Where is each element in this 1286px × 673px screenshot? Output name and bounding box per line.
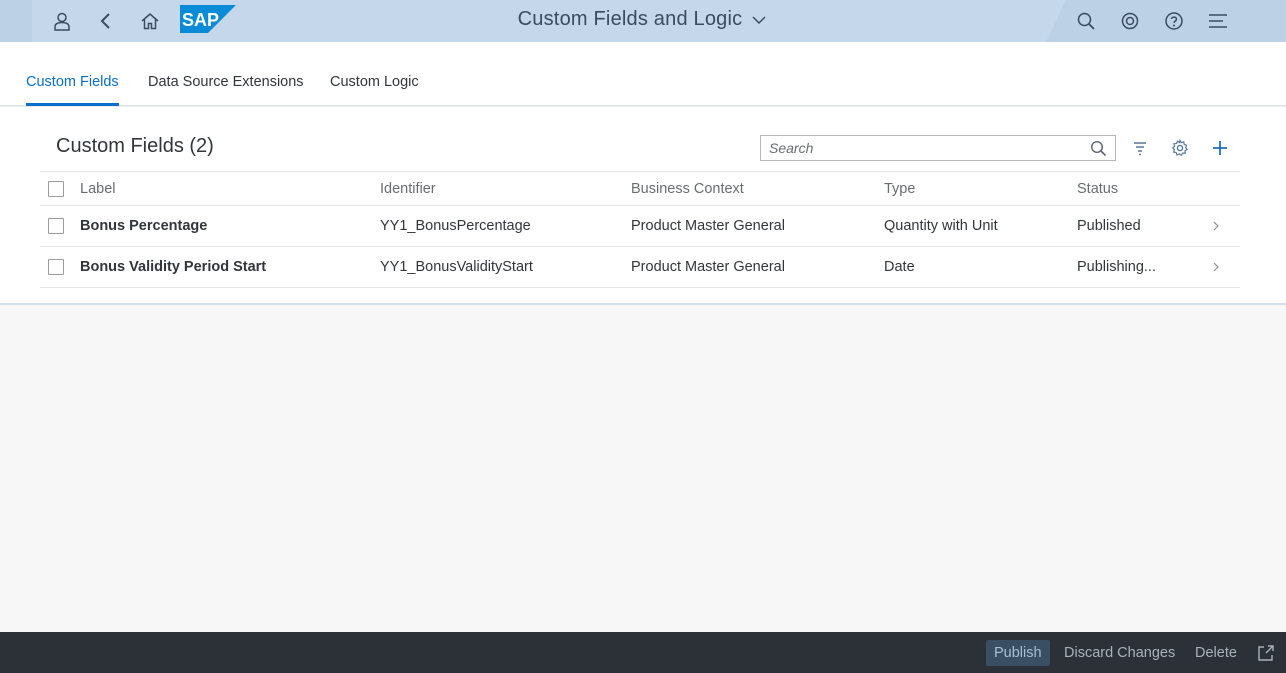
sort-button[interactable] — [1126, 135, 1154, 161]
shell-header: SAP Custom Fields and Logic — [0, 0, 1286, 42]
publish-button[interactable]: Publish — [986, 640, 1050, 666]
status-badge: Published — [1077, 218, 1141, 234]
discard-changes-button[interactable]: Discard Changes — [1056, 640, 1183, 666]
column-header-status[interactable]: Status — [1077, 172, 1210, 206]
home-icon[interactable] — [134, 5, 166, 37]
chevron-down-icon — [752, 16, 766, 25]
field-business-context: Product Master General — [631, 259, 785, 275]
settings-button[interactable] — [1166, 135, 1194, 161]
tab-custom-logic[interactable]: Custom Logic — [330, 42, 419, 106]
add-icon — [1213, 141, 1227, 155]
search-icon[interactable] — [1070, 5, 1102, 37]
co-pilot-icon[interactable] — [1114, 5, 1146, 37]
table-row[interactable]: Bonus Validity Period Start YY1_BonusVal… — [40, 247, 1240, 288]
field-label: Bonus Validity Period Start — [80, 259, 267, 275]
tab-bar: Custom Fields Data Source Extensions Cus… — [0, 42, 1286, 106]
gear-icon — [1171, 139, 1189, 157]
tab-custom-fields[interactable]: Custom Fields — [26, 42, 119, 106]
sort-icon — [1134, 142, 1146, 156]
row-checkbox[interactable] — [48, 259, 64, 276]
share-icon[interactable] — [1256, 643, 1276, 663]
column-header-label[interactable]: Label — [80, 172, 380, 206]
sap-logo-text: SAP — [182, 10, 219, 30]
back-icon[interactable] — [90, 5, 122, 37]
field-business-context: Product Master General — [631, 218, 785, 234]
search-input[interactable] — [761, 136, 1081, 160]
row-checkbox[interactable] — [48, 218, 64, 235]
column-header-identifier[interactable]: Identifier — [380, 172, 631, 206]
chevron-right-icon[interactable] — [1210, 261, 1222, 273]
field-identifier: YY1_BonusPercentage — [380, 218, 531, 234]
custom-fields-table: Label Identifier Business Context Type S… — [40, 171, 1240, 288]
status-badge: Publishing... — [1077, 259, 1156, 275]
field-label: Bonus Percentage — [80, 218, 208, 234]
sap-logo[interactable]: SAP — [180, 5, 236, 33]
table-row[interactable]: Bonus Percentage YY1_BonusPercentage Pro… — [40, 206, 1240, 247]
user-icon[interactable] — [46, 5, 78, 37]
footer-toolbar: Publish Discard Changes Delete — [0, 632, 1286, 673]
shell-band-left — [0, 0, 32, 42]
field-type: Date — [884, 259, 915, 275]
help-icon[interactable] — [1158, 5, 1190, 37]
select-all-checkbox[interactable] — [48, 180, 64, 197]
column-header-type[interactable]: Type — [884, 172, 1077, 206]
app-title-menu[interactable]: Custom Fields and Logic — [518, 8, 769, 31]
chevron-right-icon[interactable] — [1210, 220, 1222, 232]
app-title: Custom Fields and Logic — [517, 7, 743, 30]
menu-icon[interactable] — [1202, 5, 1234, 37]
column-header-business-context[interactable]: Business Context — [631, 172, 884, 206]
add-button[interactable] — [1206, 135, 1234, 161]
search-icon[interactable] — [1090, 140, 1107, 157]
search-field[interactable] — [760, 135, 1116, 161]
table-header-row: Label Identifier Business Context Type S… — [40, 171, 1240, 206]
delete-button[interactable]: Delete — [1187, 640, 1245, 666]
tab-data-source-extensions[interactable]: Data Source Extensions — [148, 42, 304, 106]
list-title: Custom Fields (2) — [56, 135, 214, 157]
custom-fields-panel: Custom Fields (2) Label Identifier Busin… — [0, 107, 1286, 305]
field-identifier: YY1_BonusValidityStart — [380, 259, 533, 275]
field-type: Quantity with Unit — [884, 218, 998, 234]
